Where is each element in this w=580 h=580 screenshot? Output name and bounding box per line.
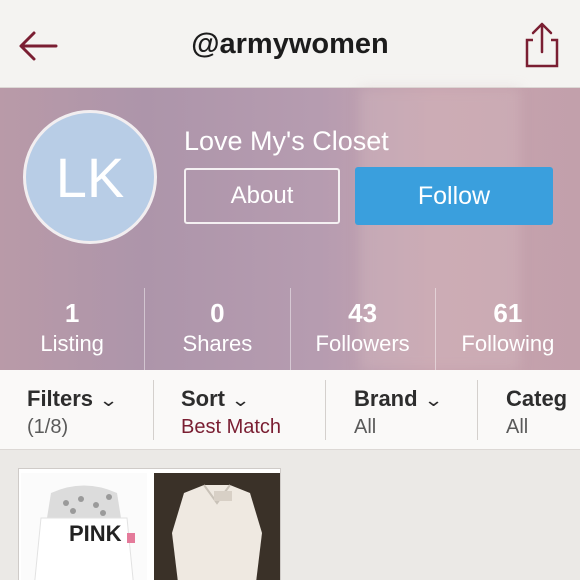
filters-value: (1/8)	[27, 416, 69, 438]
brand-label: Brand	[354, 386, 418, 411]
stat-number: 43	[348, 298, 378, 328]
category-value: All	[506, 416, 529, 438]
chevron-down-icon: ⌄	[230, 390, 251, 410]
page-title: @armywomen	[191, 28, 389, 60]
share-icon[interactable]	[520, 20, 564, 70]
listing-photo-sweatshirt[interactable]: PINK	[21, 473, 147, 580]
follow-button[interactable]: Follow	[355, 167, 553, 225]
listings-grid: PINK	[0, 450, 580, 580]
about-button[interactable]: About	[184, 168, 340, 224]
stat-label: Shares	[182, 331, 253, 356]
stat-label: Followers	[315, 331, 410, 356]
stat-label: Following	[461, 331, 555, 356]
closet-name: Love My's Closet	[184, 126, 389, 156]
divider	[153, 380, 154, 440]
stat-followers[interactable]: 43 Followers	[291, 288, 436, 370]
filters-label: Filters	[27, 386, 94, 411]
stat-label: Listing	[40, 331, 104, 356]
category-dropdown[interactable]: Categ All	[506, 370, 567, 450]
stat-number: 0	[210, 298, 225, 328]
stat-shares[interactable]: 0 Shares	[145, 288, 291, 370]
stat-number: 1	[64, 298, 80, 328]
divider	[325, 380, 326, 440]
listing-card[interactable]: PINK	[18, 468, 281, 580]
chevron-down-icon: ⌄	[423, 390, 443, 410]
chevron-down-icon: ⌄	[98, 390, 119, 410]
listing-photo-pullover[interactable]	[154, 473, 280, 580]
stat-following[interactable]: 61 Following	[436, 288, 580, 370]
sort-value: Best Match	[181, 416, 282, 438]
sort-dropdown[interactable]: Sort ⌄ Best Match	[181, 370, 281, 450]
stat-listing[interactable]: 1 Listing	[0, 288, 146, 370]
pink-logo-text: PINK	[69, 521, 122, 546]
category-label: Categ	[506, 386, 568, 411]
filters-dropdown[interactable]: Filters ⌄ (1/8)	[27, 370, 119, 450]
filter-bar: Filters ⌄ (1/8) Sort ⌄ Best Match Brand ⌄ A…	[0, 370, 580, 450]
top-nav-bar: @armywomen	[0, 0, 580, 88]
avatar[interactable]: LK	[23, 110, 157, 244]
divider	[477, 380, 478, 440]
brand-value: All	[354, 416, 377, 438]
stats-bar: 1 Listing 0 Shares 43 Followers 61 Follo…	[0, 288, 580, 370]
sort-label: Sort	[181, 386, 225, 411]
brand-dropdown[interactable]: Brand ⌄ All	[354, 370, 443, 450]
stat-number: 61	[493, 298, 523, 328]
